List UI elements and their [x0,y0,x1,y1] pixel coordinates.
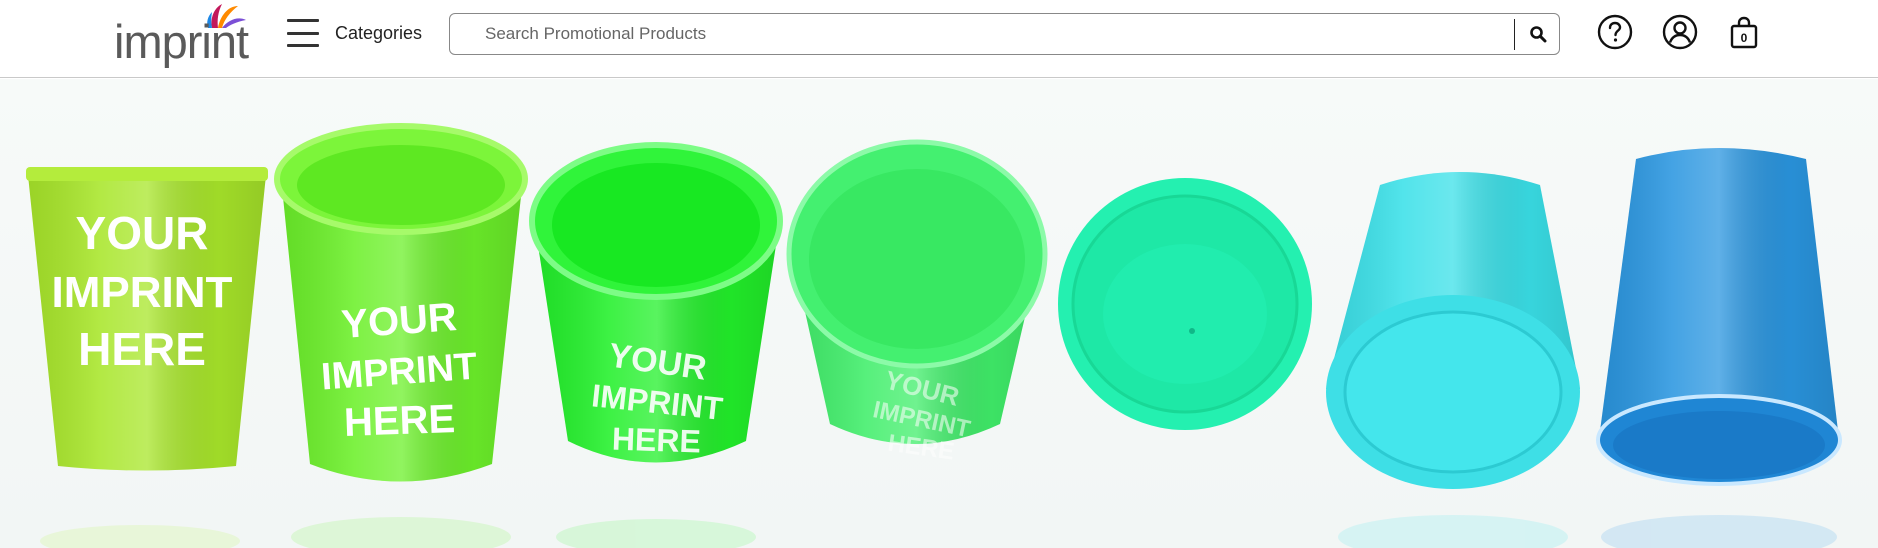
hero-cups-image: YOUR IMPRINT HERE YOUR IMPRINT HERE YOUR… [26,123,1842,548]
cup-3: YOUR IMPRINT HERE [529,142,783,463]
categories-label: Categories [335,22,423,43]
cup-7 [1596,148,1842,486]
cup-4: YOUR IMPRINT HERE [786,139,1048,466]
cup-2-imprint-line-3: HERE [343,397,456,445]
cup-3-imprint-line-3: HERE [611,420,701,459]
user-circle-icon [1662,14,1698,50]
search-icon [1530,26,1547,43]
search-divider [1514,19,1515,50]
cart-button[interactable]: 0 [1726,14,1762,50]
search-button[interactable] [1516,14,1560,54]
cart-count: 0 [1741,31,1748,45]
cup-2-imprint-line-1: YOUR [340,295,458,347]
cup-1: YOUR IMPRINT HERE [26,167,268,471]
cup-2: YOUR IMPRINT HERE [274,123,528,482]
help-button[interactable] [1597,14,1633,50]
cup-6 [1326,172,1580,489]
cup-1-imprint-line-2: IMPRINT [52,268,233,317]
cup-reflections [40,515,1837,548]
question-circle-icon [1597,14,1633,50]
imprint-logo[interactable]: imprint [114,0,264,74]
search-input[interactable] [450,14,1514,54]
shopping-bag-icon: 0 [1730,16,1758,49]
site-header: imprint Categories Search Promotional Pr… [0,0,1878,78]
cup-1-imprint-line-1: YOUR [76,207,209,259]
account-button[interactable] [1662,14,1698,50]
cup-1-imprint-line-3: HERE [78,323,206,375]
hamburger-icon [287,19,319,47]
categories-menu-button[interactable]: Categories [287,16,422,50]
logo-wordmark: imprint [114,15,249,68]
hero-banner: YOUR IMPRINT HERE YOUR IMPRINT HERE YOUR… [0,79,1878,548]
search-bar [449,13,1560,55]
cup-5 [1058,178,1312,430]
